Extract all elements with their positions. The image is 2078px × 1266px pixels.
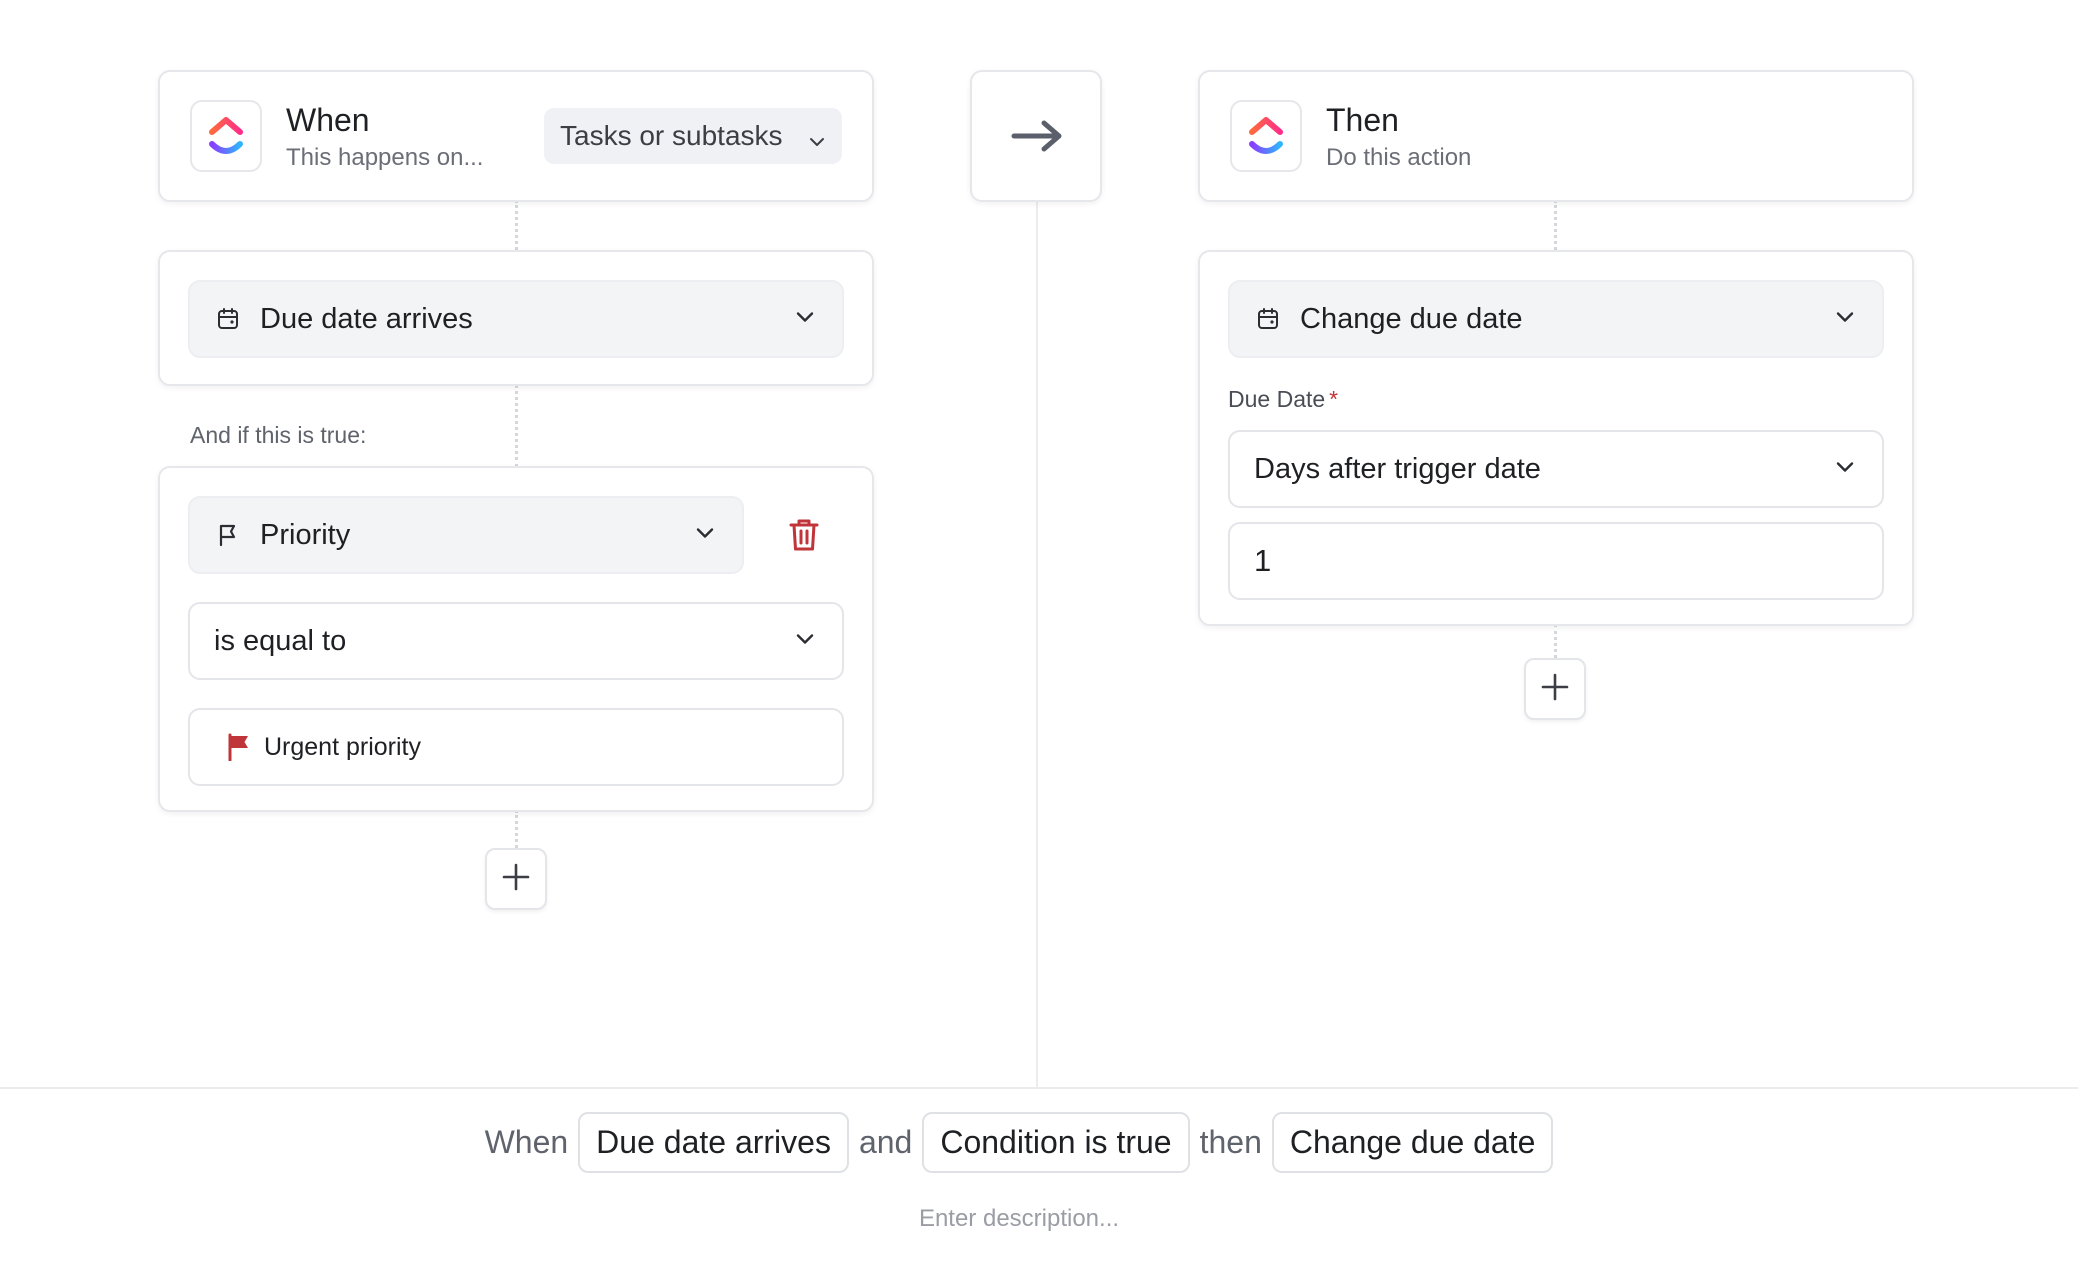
scope-select-label: Tasks or subtasks [560, 120, 783, 151]
trigger-event-card: Due date arrives [158, 250, 874, 386]
scope-select[interactable]: Tasks or subtasks [544, 108, 842, 164]
connector-add [515, 810, 518, 848]
arrow-right-icon [1010, 118, 1064, 159]
due-date-mode-label: Days after trigger date [1254, 452, 1541, 485]
description-input[interactable]: Enter description... [0, 1205, 2078, 1233]
connector-action-add [1554, 624, 1557, 658]
footer-divider [0, 1087, 2078, 1089]
clickup-logo-icon [1230, 100, 1302, 172]
add-action-button[interactable] [1524, 658, 1586, 720]
condition-field-select[interactable]: Priority [188, 496, 744, 574]
action-subtitle: Do this action [1326, 144, 1472, 171]
condition-value-label: Urgent priority [264, 732, 421, 761]
summary-when: When [484, 1124, 569, 1160]
center-divider [1036, 200, 1038, 1088]
plus-icon [502, 863, 530, 896]
action-select-label: Change due date [1300, 302, 1523, 335]
chevron-down-icon [808, 126, 826, 158]
action-header-card: Then Do this action [1198, 70, 1914, 202]
flag-icon [226, 733, 252, 761]
due-date-label-text: Due Date [1228, 386, 1326, 412]
summary-action-chip[interactable]: Change due date [1271, 1112, 1554, 1173]
flow-arrow-card [970, 70, 1102, 202]
plus-icon [1541, 673, 1569, 706]
condition-operator-select[interactable]: is equal to [188, 602, 844, 680]
summary-and: and [858, 1124, 913, 1160]
trigger-event-label: Due date arrives [260, 302, 473, 335]
condition-value-field[interactable]: Urgent priority [188, 708, 844, 786]
due-date-label: Due Date * [1228, 386, 1338, 413]
connector-condition [515, 384, 518, 468]
condition-label: And if this is true: [190, 422, 367, 448]
clickup-logo-icon [190, 100, 262, 172]
connector-action [1554, 200, 1557, 250]
calendar-icon [1256, 306, 1282, 332]
days-input[interactable]: 1 [1228, 522, 1884, 600]
chevron-down-icon [694, 519, 716, 552]
calendar-icon [216, 306, 242, 332]
trash-icon[interactable] [788, 518, 820, 557]
flag-icon [216, 522, 242, 548]
summary-trigger-chip[interactable]: Due date arrives [578, 1112, 849, 1173]
condition-operator-label: is equal to [214, 624, 347, 657]
chevron-down-icon [1834, 453, 1856, 486]
chevron-down-icon [794, 303, 816, 336]
trigger-title: When [286, 102, 370, 138]
chevron-down-icon [794, 625, 816, 658]
required-marker: * [1329, 386, 1339, 412]
trigger-subtitle: This happens on... [286, 144, 484, 171]
condition-card: Priority is equal to Urgent priority [158, 466, 874, 812]
condition-field-label: Priority [260, 518, 351, 551]
rule-summary: When Due date arrives and Condition is t… [0, 1112, 2078, 1173]
chevron-down-icon [1834, 303, 1856, 336]
action-card: Change due date Due Date * Days after tri… [1198, 250, 1914, 626]
connector-trigger [515, 200, 518, 250]
summary-condition-chip[interactable]: Condition is true [922, 1112, 1190, 1173]
trigger-header-card: When This happens on... Tasks or subtask… [158, 70, 874, 202]
action-select[interactable]: Change due date [1228, 280, 1884, 358]
action-title: Then [1326, 102, 1399, 138]
days-input-value: 1 [1254, 543, 1272, 578]
add-condition-button[interactable] [485, 848, 547, 910]
trigger-event-select[interactable]: Due date arrives [188, 280, 844, 358]
due-date-mode-select[interactable]: Days after trigger date [1228, 430, 1884, 508]
summary-then: then [1199, 1124, 1262, 1160]
